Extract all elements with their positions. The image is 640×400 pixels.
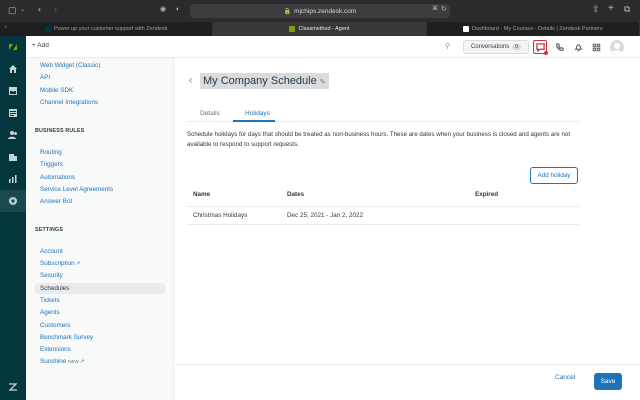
avatar[interactable] <box>610 40 624 54</box>
browser-tab-label: Dashboard - My Courses - Details | Zende… <box>471 26 603 32</box>
active-tab-indicator <box>233 120 275 122</box>
users-icon[interactable] <box>0 124 26 146</box>
sidebar-item-extensions[interactable]: Extensions <box>40 346 71 353</box>
save-button[interactable]: Save <box>594 373 622 390</box>
sidebar-item-customers[interactable]: Customers <box>40 322 70 329</box>
notification-dot <box>544 51 548 55</box>
sidebar-item-label: Subscription <box>40 260 75 267</box>
external-link-icon: ↗ <box>75 261 81 267</box>
column-header-dates: Dates <box>287 191 305 198</box>
footer-divider <box>175 364 640 365</box>
reporting-icon[interactable] <box>0 168 26 190</box>
schedule-main: ‹ My Company Schedule ✎ Details Holidays … <box>175 58 640 400</box>
phone-icon[interactable] <box>552 40 566 54</box>
sidebar-item-sunshine[interactable]: Sunshine NEW↗ <box>40 358 84 365</box>
browser-tabs: × Power up your customer support with Ze… <box>0 22 640 36</box>
column-header-name: Name <box>193 191 211 198</box>
translate-icon[interactable]: ⌘ <box>432 6 438 12</box>
sidebar-item-subscription[interactable]: Subscription↗ <box>40 260 80 267</box>
table-row-divider <box>187 224 579 225</box>
conversations-label: Conversations <box>470 44 510 50</box>
sidebar-item-label: Sunshine <box>40 358 67 365</box>
tab-holidays[interactable]: Holidays <box>245 110 270 117</box>
top-bar: + Add ⚲ Conversations 0 <box>26 36 640 58</box>
organizations-icon[interactable] <box>0 146 26 168</box>
sidebar-item-triggers[interactable]: Triggers <box>40 161 63 168</box>
browser-tab-agent[interactable]: Classmethod - Agent <box>213 22 427 36</box>
external-link-icon: ↗ <box>79 359 85 365</box>
conversations-count: 0 <box>512 44 522 50</box>
sidebar-item-sla[interactable]: Service Level Agreements <box>40 186 113 193</box>
customers-icon[interactable] <box>0 102 26 124</box>
sidebar-item-account[interactable]: Account <box>40 248 63 255</box>
add-holiday-button[interactable]: Add holiday <box>530 167 578 184</box>
business-rules-heading: BUSINESS RULES <box>35 128 85 134</box>
holiday-dates: Dec 25, 2021 - Jan 2, 2022 <box>287 212 363 219</box>
zendesk-favicon-icon <box>462 26 469 32</box>
zendesk-footer-logo-icon[interactable] <box>0 376 26 398</box>
browser-tab-label: Classmethod - Agent <box>298 26 350 32</box>
sidebar-item-routing[interactable]: Routing <box>40 149 62 156</box>
chevron-down-icon[interactable]: ⌄ <box>20 7 25 13</box>
sidebar-item-mobile-sdk[interactable]: Mobile SDK <box>40 87 73 94</box>
tab-overview-icon[interactable]: ⧉ <box>624 5 630 14</box>
reload-icon[interactable]: ↻ <box>441 6 447 13</box>
privacy-icon[interactable]: ◉ <box>160 6 166 13</box>
back-icon[interactable]: ‹ <box>38 5 41 14</box>
settings-heading: SETTINGS <box>35 227 64 233</box>
conversations-button[interactable]: Conversations 0 <box>463 40 529 54</box>
holidays-description: Schedule holidays for days that should b… <box>187 131 571 148</box>
sidebar-item-agents[interactable]: Agents <box>40 309 60 316</box>
close-icon[interactable]: × <box>4 25 8 31</box>
shield-icon[interactable]: ◐ <box>176 6 180 13</box>
pencil-icon[interactable]: ✎ <box>320 79 326 86</box>
sidebar-toggle-icon[interactable]: ▢ <box>8 6 17 15</box>
share-icon[interactable]: ⇪ <box>592 5 600 14</box>
column-header-expired: Expired <box>475 191 499 198</box>
browser-tab-partners[interactable]: Dashboard - My Courses - Details | Zende… <box>427 22 640 36</box>
admin-sidebar: Web Widget (Classic) API Mobile SDK Chan… <box>26 58 174 400</box>
lock-icon: 🔒 <box>283 8 292 15</box>
zendesk-favicon-icon <box>44 26 51 32</box>
sidebar-item-answer-bot[interactable]: Answer Bot <box>40 198 72 205</box>
page-title[interactable]: My Company Schedule ✎ <box>200 73 329 89</box>
chat-icon[interactable] <box>533 40 548 55</box>
sidebar-item-web-widget[interactable]: Web Widget (Classic) <box>40 62 100 69</box>
url-text: mjchips.zendesk.com <box>294 7 357 15</box>
search-icon[interactable]: ⚲ <box>445 42 450 50</box>
bell-icon[interactable] <box>571 40 585 54</box>
sidebar-item-channel-integrations[interactable]: Channel Integrations <box>40 99 98 106</box>
sidebar-item-security[interactable]: Security <box>40 272 63 279</box>
browser-tab-zendesk[interactable]: × Power up your customer support with Ze… <box>0 22 214 36</box>
forward-icon[interactable]: › <box>54 5 57 14</box>
holiday-name[interactable]: Christmas Holidays <box>193 212 247 219</box>
browser-tab-label: Power up your customer support with Zend… <box>53 26 168 32</box>
back-chevron-icon[interactable]: ‹ <box>189 75 192 86</box>
sidebar-item-schedules[interactable]: Schedules <box>35 283 165 294</box>
new-badge: NEW <box>68 359 79 364</box>
sidebar-item-api[interactable]: API <box>40 74 50 81</box>
browser-toolbar: ▢ ⌄ ‹ › ◉ ◐ 🔒 mjchips.zendesk.com ⌘ ↻ ⇪ … <box>0 0 640 22</box>
product-nav-rail <box>0 36 26 400</box>
page-title-text: My Company Schedule <box>203 75 317 87</box>
add-button[interactable]: + Add <box>32 42 49 49</box>
apps-grid-icon[interactable] <box>589 40 603 54</box>
admin-gear-icon[interactable] <box>0 190 26 212</box>
sidebar-item-automations[interactable]: Automations <box>40 174 75 181</box>
views-icon[interactable] <box>0 80 26 102</box>
sidebar-item-benchmark-survey[interactable]: Benchmark Survey <box>40 334 93 341</box>
zendesk-logo-icon[interactable] <box>0 36 26 58</box>
new-tab-icon[interactable]: + <box>608 4 614 14</box>
address-bar[interactable]: 🔒 mjchips.zendesk.com <box>190 4 450 18</box>
home-icon[interactable] <box>0 58 26 80</box>
table-header-divider <box>187 206 579 207</box>
zendesk-favicon-icon <box>289 26 296 32</box>
cancel-button[interactable]: Cancel <box>555 374 575 381</box>
sidebar-item-tickets[interactable]: Tickets <box>40 297 60 304</box>
tab-details[interactable]: Details <box>200 110 220 117</box>
